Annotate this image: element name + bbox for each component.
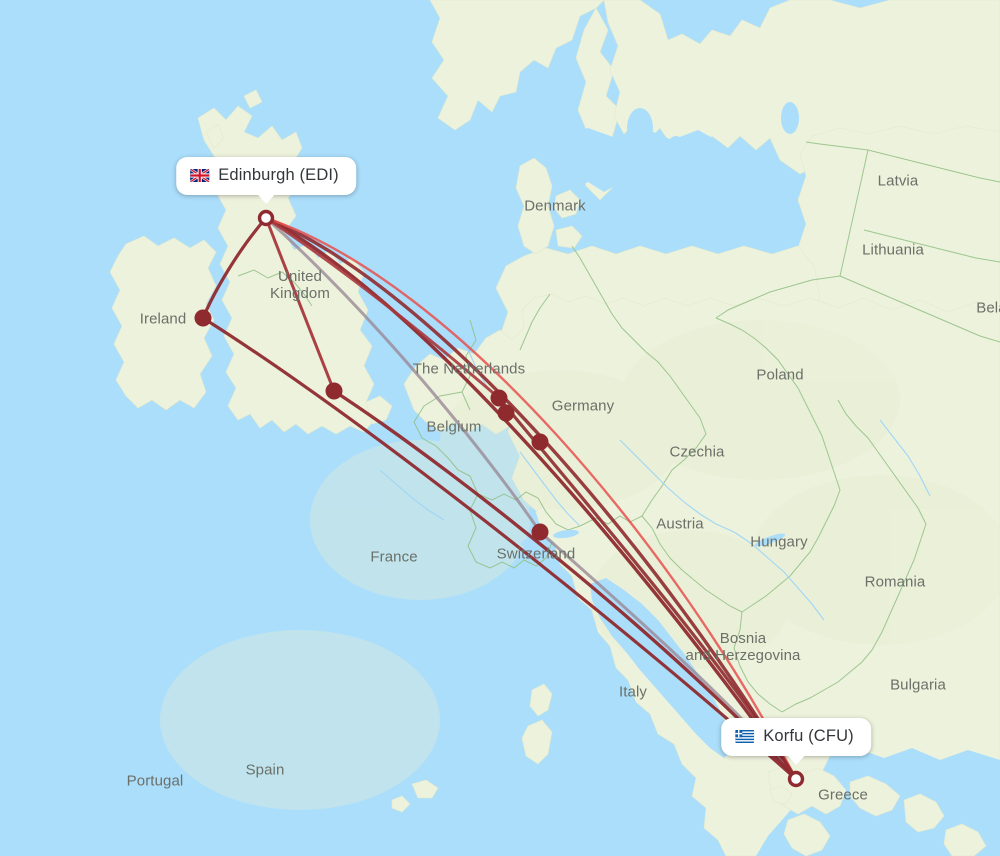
destination-airport-tooltip[interactable]: Korfu (CFU): [721, 718, 871, 765]
origin-airport-tooltip[interactable]: Edinburgh (EDI): [176, 157, 356, 204]
frankfurt-stop[interactable]: [531, 433, 549, 451]
london-stop[interactable]: [325, 382, 343, 400]
flight-route-map[interactable]: .land { fill:#EDF2DC; stroke:#E3EACD; st…: [0, 0, 1000, 856]
origin-airport-label: Edinburgh (EDI): [218, 166, 339, 184]
lake-vattern: [666, 136, 686, 164]
dublin-stop[interactable]: [194, 309, 212, 327]
united-kingdom-flag: [190, 169, 210, 182]
destination-airport-label: Korfu (CFU): [763, 727, 854, 745]
lake-nordic: [781, 102, 799, 134]
zurich-stop[interactable]: [531, 523, 549, 541]
origin-marker[interactable]: [257, 209, 275, 227]
cologne-stop[interactable]: [497, 404, 515, 422]
destination-marker[interactable]: [787, 770, 805, 788]
dusseldorf-stop[interactable]: [490, 389, 508, 407]
greece-flag: [735, 730, 755, 743]
lake-vanern: [627, 108, 653, 148]
